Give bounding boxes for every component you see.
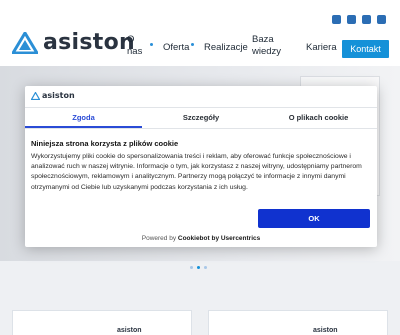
site-logo[interactable]: asiston (12, 32, 135, 54)
instagram-icon[interactable] (377, 15, 386, 24)
slider-dots (190, 266, 207, 269)
linkedin-icon[interactable] (347, 15, 356, 24)
social-links (332, 15, 386, 24)
card-logo-text: asiston (117, 327, 142, 334)
divider (25, 128, 377, 129)
nav-item-oferta[interactable]: Oferta (163, 42, 189, 54)
powered-by: Powered by Cookiebot by Usercentrics (25, 235, 377, 242)
service-card[interactable]: asiston (12, 310, 192, 335)
logo-text: asiston (43, 30, 135, 55)
dialog-logo-text: asiston (42, 91, 75, 100)
nav-label: Realizacje (204, 42, 248, 53)
nav-item-baza-wiedzy[interactable]: Baza wiedzy (252, 34, 281, 58)
tab-zgoda[interactable]: Zgoda (25, 108, 142, 128)
submenu-dot-icon (150, 43, 153, 46)
service-card[interactable]: asiston (208, 310, 388, 335)
powered-brand-link[interactable]: Cookiebot by Usercentrics (178, 235, 260, 242)
card-logo-text: asiston (313, 327, 338, 334)
slider-dot-active[interactable] (197, 266, 200, 269)
nav-label-line2: nas (127, 46, 143, 57)
mail-icon[interactable] (362, 15, 371, 24)
cookie-dialog: asiston Zgoda Szczegóły O plikach cookie… (25, 86, 377, 247)
nav-label-line1: O (127, 34, 135, 45)
logo-triangle-icon (12, 32, 38, 54)
dialog-logo: asiston (31, 91, 75, 100)
ok-button[interactable]: OK (258, 209, 370, 228)
tab-szczegoly[interactable]: Szczegóły (142, 108, 260, 128)
nav-item-o-nas[interactable]: O nas (127, 34, 142, 58)
nav-item-realizacje[interactable]: Realizacje (204, 42, 248, 54)
contact-button[interactable]: Kontakt (342, 40, 389, 58)
slider-dot[interactable] (204, 266, 207, 269)
dialog-heading: Niniejsza strona korzysta z plików cooki… (31, 139, 179, 148)
slider-dot[interactable] (190, 266, 193, 269)
cookie-tabs: Zgoda Szczegóły O plikach cookie (25, 108, 377, 128)
nav-label-line1: Baza (252, 34, 274, 45)
powered-prefix: Powered by (141, 235, 178, 242)
facebook-icon[interactable] (332, 15, 341, 24)
logo-triangle-icon (31, 91, 40, 100)
dialog-body-text: Wykorzystujemy pliki cookie do spersonal… (31, 153, 362, 191)
nav-label-line2: wiedzy (252, 46, 282, 57)
nav-item-kariera[interactable]: Kariera (306, 42, 337, 54)
submenu-dot-icon (191, 43, 194, 46)
site-header: asiston O nas Oferta Realizacje Baza wie… (0, 0, 400, 66)
nav-label: Kariera (306, 42, 337, 53)
nav-label: Oferta (163, 42, 190, 53)
tab-o-plikach-cookie[interactable]: O plikach cookie (260, 108, 377, 128)
